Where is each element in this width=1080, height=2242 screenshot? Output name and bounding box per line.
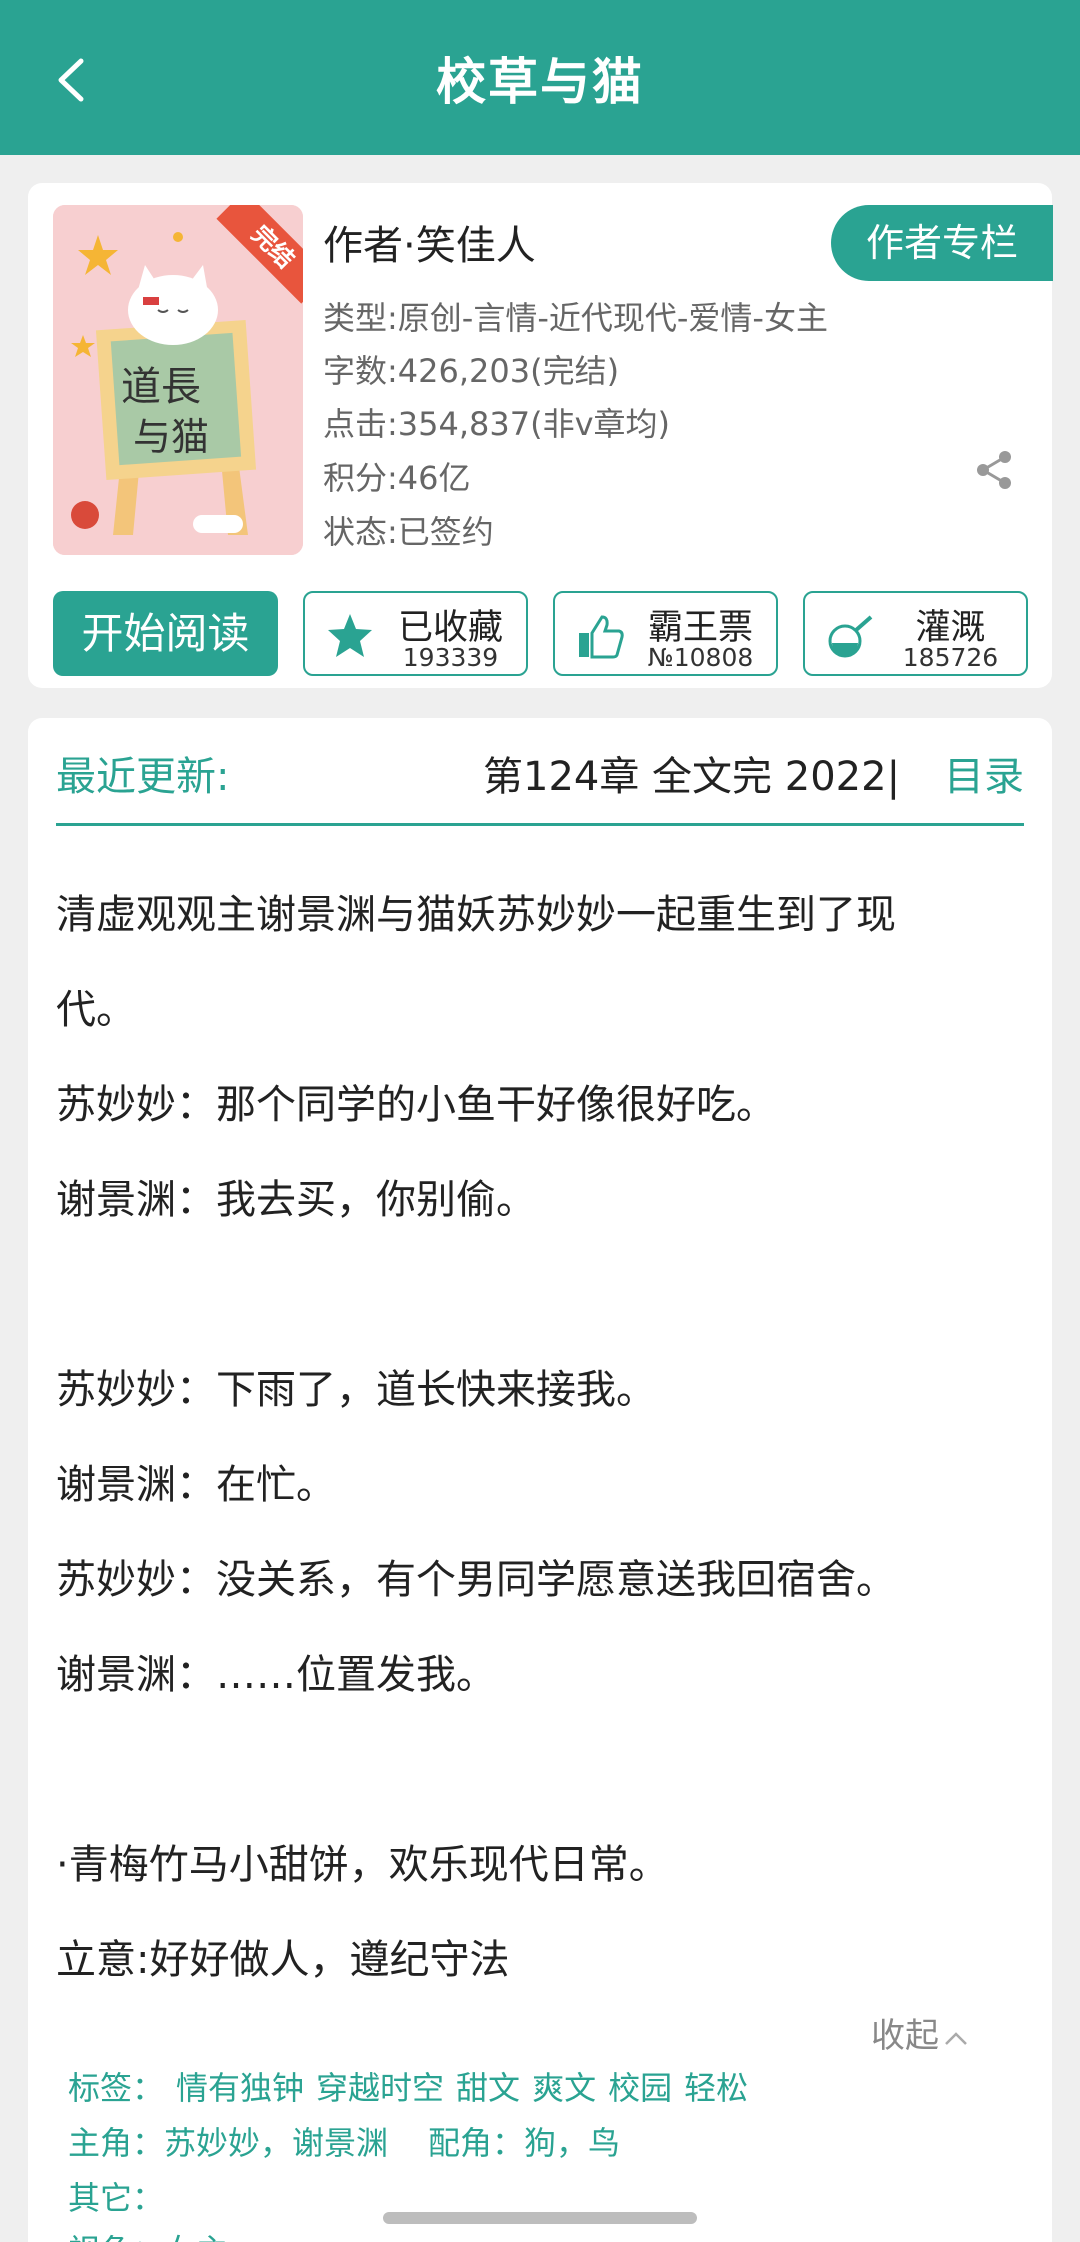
summary-line: 谢景渊：……位置发我。 <box>56 1652 496 1698</box>
latest-update-label: 最近更新: <box>56 754 230 800</box>
summary-line: 清虚观观主谢景渊与猫妖苏妙妙一起重生到了现 <box>56 892 896 938</box>
svg-text:道長: 道長 <box>121 364 201 410</box>
perspective-row: 视角：女主 <box>68 2226 240 2242</box>
main-role-label: 主角： <box>68 2124 165 2162</box>
collapse-button[interactable]: 收起 <box>871 2008 969 2057</box>
tag[interactable]: 穿越时空 <box>316 2069 444 2107</box>
support-role-label: 配角： <box>428 2124 525 2162</box>
vote-button[interactable]: 霸王票 №10808 <box>553 591 778 676</box>
top-bar: 校草与猫 <box>0 0 1080 155</box>
collapse-label: 收起 <box>871 2016 939 2056</box>
roles-row: 主角：苏妙妙，谢景渊 配角：狗，鸟 <box>68 2118 632 2164</box>
book-cover[interactable]: 道長 与猫 完结 <box>53 205 303 555</box>
other-row: 其它： <box>68 2173 176 2219</box>
thumbs-up-icon <box>579 615 624 659</box>
favorite-button[interactable]: 已收藏 193339 <box>303 591 528 676</box>
book-info-card: 道長 与猫 完结 作者·笑佳人 作者专栏 类型:原创-言情-近代现代-爱情-女主… <box>28 183 1053 688</box>
support-roles: 狗，鸟 <box>524 2124 621 2162</box>
tags-row: 标签： 情有独钟 穿越时空 甜文 爽文 校园 轻松 <box>68 2063 760 2109</box>
share-icon[interactable] <box>973 448 1017 492</box>
summary-line: 苏妙妙：那个同学的小鱼干好像很好吃。 <box>56 1082 776 1128</box>
tag[interactable]: 校园 <box>608 2069 672 2107</box>
vote-count: №10808 <box>647 643 754 672</box>
start-reading-button[interactable]: 开始阅读 <box>53 591 278 676</box>
click-count: 点击:354,837(非v章均) <box>323 405 671 443</box>
latest-chapter-link[interactable]: 第124章 全文完 2022| <box>483 744 938 802</box>
other-label: 其它： <box>68 2179 165 2217</box>
water-count: 185726 <box>902 643 999 672</box>
word-count: 字数:426,203(完结) <box>323 352 620 390</box>
chevron-up-icon <box>945 2032 967 2045</box>
book-type: 类型:原创-言情-近代现代-爱情-女主 <box>323 299 828 337</box>
synopsis-card: 最近更新: 第124章 全文完 2022| 目录 清虚观观主谢景渊与猫妖苏妙妙一… <box>28 718 1052 2242</box>
summary-line: 谢景渊：在忙。 <box>56 1462 336 1508</box>
main-roles: 苏妙妙，谢景渊 <box>164 2124 389 2162</box>
divider <box>56 823 1024 826</box>
sign-status: 状态:已签约 <box>323 513 494 551</box>
tag[interactable]: 情有独钟 <box>176 2069 304 2107</box>
favorite-count: 193339 <box>402 643 499 672</box>
summary-line: 苏妙妙：下雨了，道长快来接我。 <box>56 1367 656 1413</box>
summary-line: 谢景渊：我去买，你别偷。 <box>56 1177 536 1223</box>
summary-line: 立意:好好做人，遵纪守法 <box>56 1937 510 1983</box>
tags-label: 标签： <box>68 2069 165 2107</box>
summary-line: 苏妙妙：没关系，有个男同学愿意送我回宿舍。 <box>56 1557 896 1603</box>
tag[interactable]: 爽文 <box>532 2069 596 2107</box>
author-column-button[interactable]: 作者专栏 <box>831 205 1053 281</box>
toc-link[interactable]: 目录 <box>944 744 1024 802</box>
water-button[interactable]: 灌溉 185726 <box>803 591 1028 676</box>
score: 积分:46亿 <box>323 459 471 497</box>
tag[interactable]: 甜文 <box>456 2069 520 2107</box>
home-indicator[interactable] <box>383 2212 697 2224</box>
tag[interactable]: 轻松 <box>684 2069 748 2107</box>
perspective-value: 女主 <box>164 2232 228 2242</box>
summary-line: ·青梅竹马小甜饼，欢乐现代日常。 <box>56 1842 669 1888</box>
star-icon <box>328 614 372 657</box>
author-name[interactable]: 作者·笑佳人 <box>323 213 536 271</box>
svg-text:与猫: 与猫 <box>133 415 209 459</box>
page-title: 校草与猫 <box>436 53 644 111</box>
summary-line: 代。 <box>56 987 136 1033</box>
perspective-label: 视角： <box>68 2232 164 2242</box>
watering-icon <box>828 615 873 658</box>
